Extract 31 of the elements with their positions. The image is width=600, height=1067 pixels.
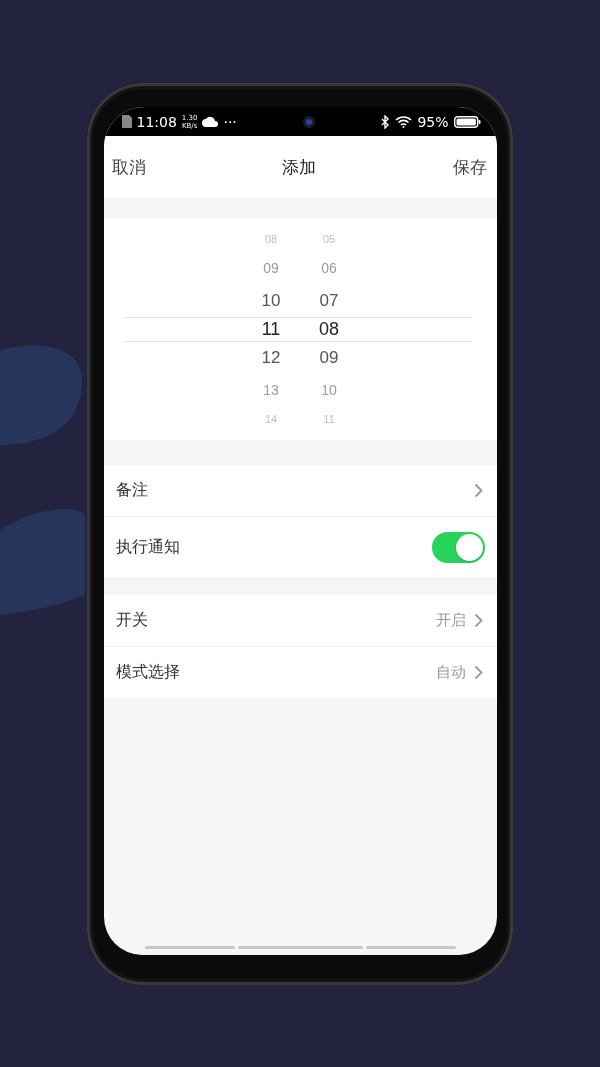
picker-option[interactable]: 11 — [261, 317, 281, 341]
cloud-icon — [202, 116, 219, 127]
camera-icon — [302, 114, 317, 129]
cancel-button[interactable]: 取消 — [111, 151, 146, 183]
picker-option[interactable]: 09 — [319, 341, 339, 374]
picker-option[interactable]: 12 — [261, 341, 281, 374]
page-title: 添加 — [282, 155, 316, 179]
sim-icon — [121, 115, 132, 128]
bluetooth-icon — [381, 114, 391, 129]
settings-row[interactable]: 开关 开启 — [103, 595, 497, 647]
picker-option[interactable]: 08 — [319, 317, 339, 341]
chevron-right-icon — [473, 613, 483, 628]
row-value: 开启 — [435, 611, 466, 630]
chevron-right-icon — [473, 665, 483, 680]
chevron-right-icon — [473, 483, 483, 498]
battery-icon — [453, 115, 481, 128]
row-label: 备注 — [115, 480, 149, 501]
row-label: 模式选择 — [115, 662, 181, 683]
row-label: 开关 — [115, 610, 149, 631]
picker-option[interactable]: 07 — [319, 284, 339, 317]
row-label: 执行通知 — [115, 536, 181, 558]
toggle-switch[interactable] — [431, 531, 485, 563]
status-time: 11:08 — [136, 113, 177, 130]
picker-option[interactable]: 10 — [261, 284, 281, 317]
wifi-icon — [395, 115, 413, 128]
battery-percent: 95% — [417, 113, 449, 130]
more-dots: ··· — [223, 113, 237, 130]
row-value: 自动 — [435, 663, 466, 682]
settings-row[interactable]: 备注 — [103, 465, 497, 517]
save-button[interactable]: 保存 — [452, 151, 487, 183]
settings-row[interactable]: 模式选择 自动 — [103, 647, 497, 698]
